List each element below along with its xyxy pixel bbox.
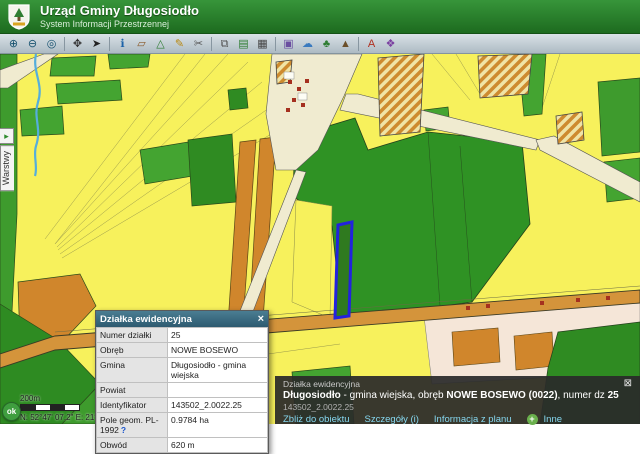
attr-label: Numer działki <box>97 328 168 343</box>
palette-icon[interactable]: ❖ <box>382 36 399 52</box>
toolbar-separator <box>211 37 212 51</box>
print-icon[interactable]: ⧉ <box>216 36 233 52</box>
attr-label: Obwód <box>97 438 168 453</box>
measure-area-icon[interactable]: △ <box>152 36 169 52</box>
attr-value: 0.9784 ha <box>168 413 268 438</box>
panel-title: Działka ewidencyjna <box>283 379 360 389</box>
text-label-icon[interactable]: A <box>363 36 380 52</box>
attr-label: Gmina <box>97 358 168 383</box>
terrain-icon[interactable]: ▲ <box>337 36 354 52</box>
popup-close-icon[interactable]: × <box>258 314 264 325</box>
zoom-extent-icon[interactable]: ◎ <box>43 36 60 52</box>
details-link[interactable]: Szczegóły (i) <box>365 414 419 425</box>
attr-label: Pole geom. PL-1992? <box>97 413 168 438</box>
image-icon[interactable]: ▣ <box>280 36 297 52</box>
table-row: Pole geom. PL-1992? 0.9784 ha <box>97 413 268 438</box>
attr-value: 143502_2.0022.25 <box>168 398 268 413</box>
toolbar-separator <box>358 37 359 51</box>
attr-value <box>168 383 268 398</box>
panel-close-icon[interactable]: ⊠ <box>624 378 632 389</box>
table-row: Gmina Długosiodło - gmina wiejska <box>97 358 268 383</box>
selected-parcel[interactable] <box>335 222 352 318</box>
feature-description: Długosiodło - gmina wiejska, obręb NOWE … <box>283 390 632 401</box>
toolbar-separator <box>64 37 65 51</box>
table-row: Numer działki 25 <box>97 328 268 343</box>
attr-value: NOWE BOSEWO <box>168 343 268 358</box>
layers-icon[interactable]: ▤ <box>235 36 252 52</box>
zoom-out-icon[interactable]: ⊖ <box>24 36 41 52</box>
coat-of-arms-logo <box>6 3 32 31</box>
app-header: Urząd Gminy Długosiodło System Informacj… <box>0 0 640 34</box>
attr-label: Identyfikator <box>97 398 168 413</box>
popup-titlebar[interactable]: Działka ewidencyjna × <box>96 311 268 327</box>
weather-icon[interactable]: ☁ <box>299 36 316 52</box>
select-arrow-icon[interactable]: ➤ <box>88 36 105 52</box>
layers-panel-tab[interactable]: Warstwy <box>0 145 14 191</box>
toolbar-separator <box>275 37 276 51</box>
feature-info-panel: Działka ewidencyjna ⊠ Długosiodło - gmin… <box>275 376 640 424</box>
attr-value: 25 <box>168 328 268 343</box>
toolbar-separator <box>109 37 110 51</box>
help-icon[interactable]: ? <box>121 425 126 435</box>
draw-pencil-icon[interactable]: ✎ <box>171 36 188 52</box>
zoom-to-object-link[interactable]: Zbliż do obiektu <box>283 414 350 425</box>
table-row: Obwód 620 m <box>97 438 268 453</box>
attr-label: Powiat <box>97 383 168 398</box>
expand-layers-icon[interactable]: ▸ <box>0 128 14 144</box>
grid-icon[interactable]: ▦ <box>254 36 271 52</box>
zoom-in-icon[interactable]: ⊕ <box>5 36 22 52</box>
attr-value: Długosiodło - gmina wiejska <box>168 358 268 383</box>
parcel-attributes-table: Numer działki 25 Obręb NOWE BOSEWO Gmina… <box>96 327 268 453</box>
map-toolbar: ⊕ ⊖ ◎ ✥ ➤ ℹ ▱ △ ✎ ✂ ⧉ ▤ ▦ ▣ ☁ ♣ ▲ A ❖ <box>0 34 640 54</box>
more-plus-icon[interactable]: + <box>527 414 538 425</box>
feature-identifier: 143502_2.0022.25 <box>283 402 632 412</box>
attr-value: 620 m <box>168 438 268 453</box>
app-title: Urząd Gminy Długosiodło <box>40 4 199 19</box>
other-link[interactable]: Inne <box>544 414 563 425</box>
measure-length-icon[interactable]: ▱ <box>133 36 150 52</box>
table-row: Obręb NOWE BOSEWO <box>97 343 268 358</box>
popup-title: Działka ewidencyjna <box>100 314 192 325</box>
plan-info-link[interactable]: Informacja z planu <box>434 414 512 425</box>
feature-actions: Zbliż do obiektu Szczegóły (i) Informacj… <box>283 414 632 425</box>
attr-label: Obręb <box>97 343 168 358</box>
pan-icon[interactable]: ✥ <box>69 36 86 52</box>
scale-label: 200m <box>20 394 80 403</box>
parcel-info-window: Działka ewidencyjna × Numer działki 25 O… <box>95 310 269 454</box>
identify-icon[interactable]: ℹ <box>114 36 131 52</box>
table-row: Powiat <box>97 383 268 398</box>
tree-icon[interactable]: ♣ <box>318 36 335 52</box>
table-row: Identyfikator 143502_2.0022.25 <box>97 398 268 413</box>
ok-button[interactable]: ok <box>2 402 21 421</box>
scale-segments <box>20 404 80 411</box>
cut-icon[interactable]: ✂ <box>190 36 207 52</box>
app-subtitle: System Informacji Przestrzennej <box>40 19 199 29</box>
scale-bar: 200m <box>20 394 80 411</box>
